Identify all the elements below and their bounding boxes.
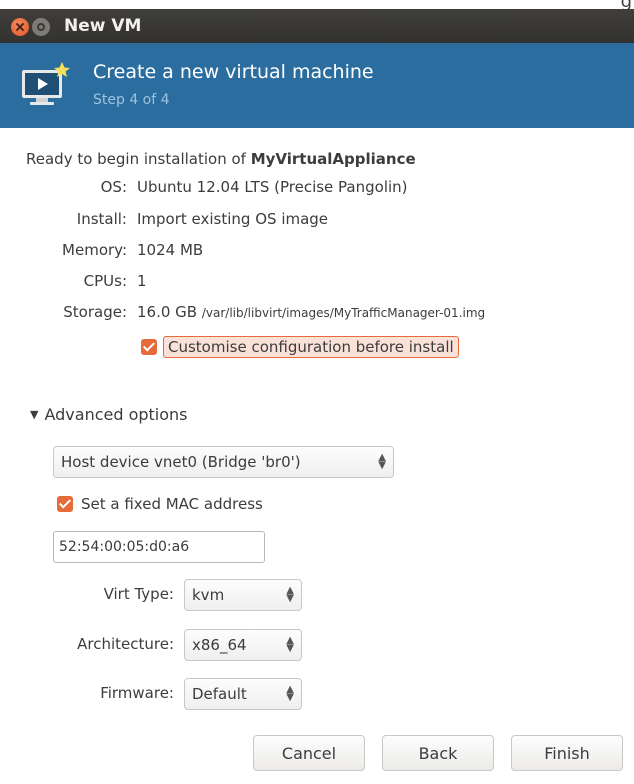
virt-type-label: Virt Type: [103,585,174,603]
checkbox-checked-icon[interactable] [57,496,73,512]
network-select-value: Host device vnet0 (Bridge 'br0') [61,453,301,471]
architecture-select[interactable]: x86_64 ▲ ▼ [184,629,302,661]
back-button[interactable]: Back [382,735,494,771]
virt-type-value: kvm [192,586,225,604]
spinner-arrows-icon: ▲ ▼ [286,684,294,703]
vm-name: MyVirtualAppliance [250,150,416,168]
minimize-window-icon[interactable] [32,18,50,36]
os-label: OS: [100,178,127,196]
close-window-icon[interactable] [11,18,29,36]
window-title: New VM [64,16,142,36]
virtual-machine-icon [22,62,70,105]
triangle-down-icon[interactable]: ▼ [30,408,38,421]
customise-checkbox[interactable]: Customise configuration before install [141,336,459,358]
customise-label[interactable]: Customise configuration before install [163,336,459,358]
storage-value: 16.0 GB /var/lib/libvirt/images/MyTraffi… [137,303,485,321]
install-label: Install: [76,210,127,228]
storage-size: 16.0 GB [137,303,198,321]
summary-intro: Ready to begin installation of [26,150,251,168]
spinner-arrows-icon: ▲ ▼ [378,452,386,471]
firmware-label: Firmware: [100,684,174,702]
memory-label: Memory: [62,241,127,259]
cpus-label: CPUs: [83,272,127,290]
wizard-banner: Create a new virtual machine Step 4 of 4 [0,43,634,128]
firmware-select[interactable]: Default ▲ ▼ [184,678,302,710]
architecture-value: x86_64 [192,636,247,654]
checkbox-checked-icon[interactable] [141,339,157,355]
wizard-title: Create a new virtual machine [93,61,374,83]
wizard-step: Step 4 of 4 [93,92,170,108]
virt-type-select[interactable]: kvm ▲ ▼ [184,579,302,611]
network-select[interactable]: Host device vnet0 (Bridge 'br0') ▲ ▼ [53,446,394,478]
finish-button[interactable]: Finish [511,735,623,771]
spinner-arrows-icon: ▲ ▼ [286,585,294,604]
spinner-arrows-icon: ▲ ▼ [286,635,294,654]
storage-label: Storage: [63,303,127,321]
advanced-options-expander[interactable]: ▼ Advanced options [30,405,188,424]
install-value: Import existing OS image [137,210,329,228]
cpus-value: 1 [137,272,147,290]
firmware-value: Default [192,685,247,703]
memory-value: 1024 MB [137,241,204,259]
fixed-mac-checkbox[interactable]: Set a fixed MAC address [57,495,263,513]
architecture-label: Architecture: [77,635,174,653]
mac-address-input[interactable]: 52:54:00:05:d0:a6 [53,531,265,563]
cancel-button[interactable]: Cancel [253,735,365,771]
os-value: Ubuntu 12.04 LTS (Precise Pangolin) [137,178,408,196]
advanced-options-label[interactable]: Advanced options [44,405,187,424]
summary-heading: Ready to begin installation of MyVirtual… [26,150,416,168]
storage-path: /var/lib/libvirt/images/MyTrafficManager… [201,306,486,320]
window-titlebar[interactable]: New VM [0,9,634,43]
fixed-mac-label[interactable]: Set a fixed MAC address [81,495,263,513]
